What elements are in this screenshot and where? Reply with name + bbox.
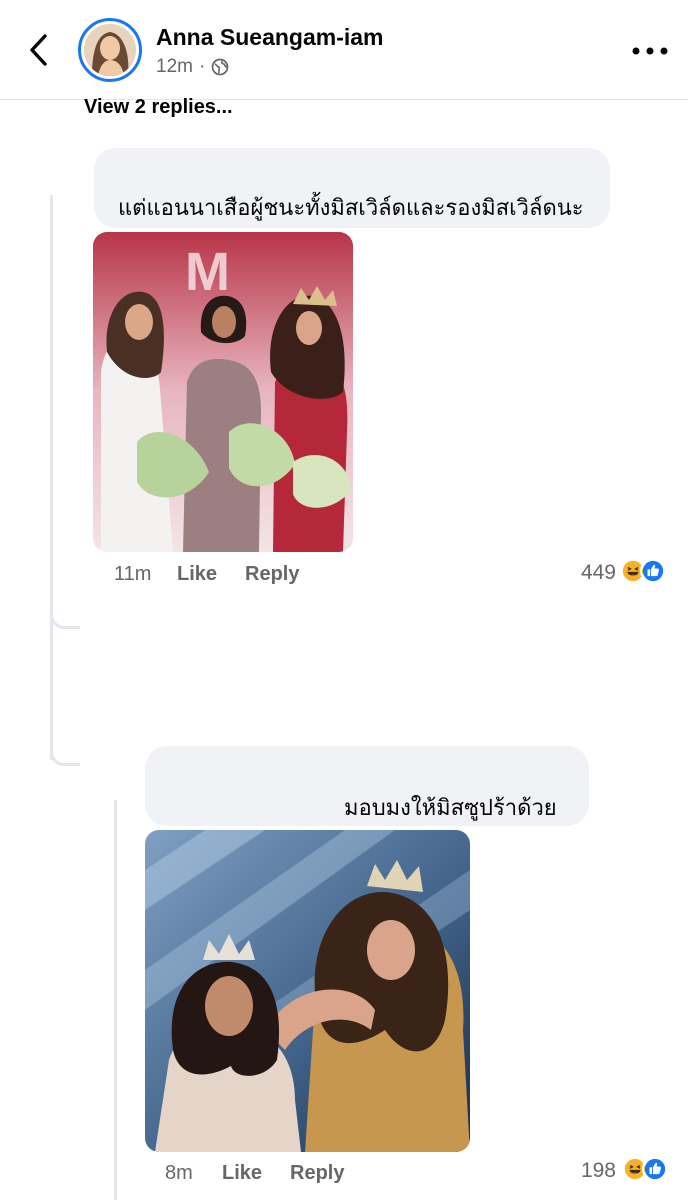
more-options-button[interactable]: [628, 36, 672, 66]
profile-avatar[interactable]: [78, 18, 142, 82]
photo-backdrop-letter: M: [185, 242, 230, 302]
more-horizontal-icon: [632, 47, 668, 55]
post-header: Anna Sueangam-iam 12m ·: [0, 0, 688, 100]
thread-line-secondary: [114, 800, 117, 1200]
reply-button-2[interactable]: Reply: [290, 1162, 344, 1185]
post-meta: 12m ·: [156, 56, 229, 78]
comment-time-1: 11m: [114, 563, 152, 585]
comment-text-1: แต่แอนนาเสือผู้ชนะทั้งมิสเวิล์ดและรองมิส…: [118, 195, 584, 220]
reaction-count-2: 198: [580, 1159, 616, 1182]
view-replies-link[interactable]: View 2 replies...: [84, 96, 233, 119]
reaction-count-1: 449: [580, 561, 616, 584]
avatar-image: [84, 24, 136, 76]
comment-photo-2[interactable]: [145, 830, 470, 1152]
like-button-1[interactable]: Like: [177, 563, 217, 586]
thread-line-curve-1: [50, 615, 80, 629]
back-chevron-icon: [30, 34, 47, 66]
reactions-summary-1[interactable]: [620, 558, 666, 584]
comment-photo-1[interactable]: M: [93, 232, 353, 552]
comment-text-2: มอบมงให้มิสซูปร้าด้วย: [344, 795, 557, 820]
meta-separator: ·: [198, 56, 206, 77]
like-reaction-icon: [642, 1156, 668, 1182]
thread-line-curve-2: [50, 752, 80, 766]
profile-name[interactable]: Anna Sueangam-iam: [156, 24, 384, 51]
reactions-summary-2[interactable]: [622, 1156, 668, 1182]
globe-icon: [211, 58, 229, 76]
comment-time-2: 8m: [165, 1162, 193, 1184]
like-reaction-icon: [640, 558, 666, 584]
reply-button-1[interactable]: Reply: [245, 563, 299, 586]
post-time: 12m: [156, 56, 193, 77]
thread-line-primary: [50, 195, 53, 760]
back-button[interactable]: [24, 30, 54, 70]
like-button-2[interactable]: Like: [222, 1162, 262, 1185]
